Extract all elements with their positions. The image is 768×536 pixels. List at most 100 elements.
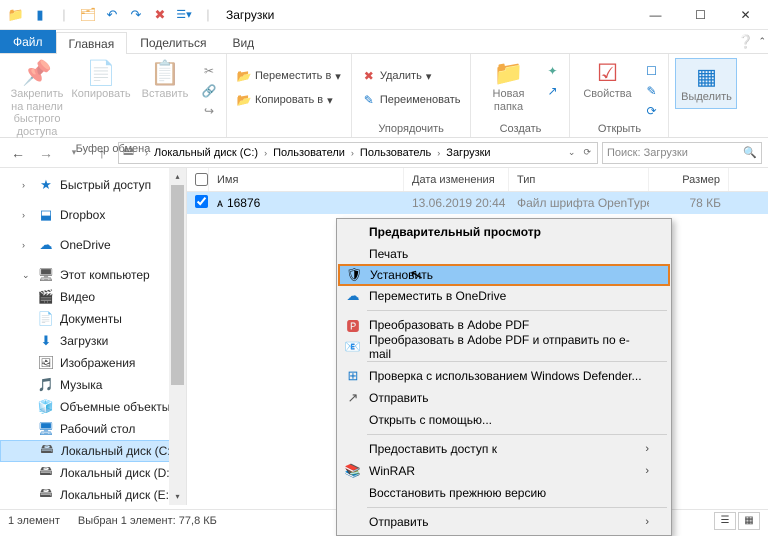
paste-button[interactable]: 📋 Вставить [134,58,196,103]
ctx-pdf-email[interactable]: 📧Преобразовать в Adobe PDF и отправить п… [339,336,669,358]
copy-icon: 📄 [86,60,116,88]
pc-icon: 🖥 [38,267,54,283]
chevron-right-icon[interactable]: › [347,148,358,158]
ctx-send[interactable]: ↗Отправить [339,387,669,409]
pasteshortcut-small-button[interactable]: ↪ [198,102,220,120]
maximize-button[interactable]: ☐ [678,0,723,30]
properties-icon[interactable]: ☰▾ [176,7,192,23]
table-row[interactable]: ᴀ16876 13.06.2019 20:44 Файл шрифта Open… [187,192,768,214]
redo-icon[interactable]: ↷ [128,7,144,23]
nav-back-button[interactable]: ← [6,141,30,165]
delete-button[interactable]: ✖Удалить ▾ [358,67,436,85]
nav-pictures[interactable]: 🖼Изображения [0,352,186,374]
nav-forward-button[interactable]: → [34,141,58,165]
music-icon: 🎵 [38,377,54,393]
ctx-install[interactable]: 🛡Установить [338,264,670,286]
copy-button[interactable]: 📄 Копировать [70,58,132,103]
ctx-winrar[interactable]: 📚WinRAR› [339,460,669,482]
col-check[interactable] [187,168,209,191]
title-bar: 📁 ▮ | 🗂 ↶ ↷ ✖ ☰▾ | Загрузки — ☐ ✕ [0,0,768,30]
nav-pane: ›★Быстрый доступ ›⬓Dropbox ›☁OneDrive ⌄🖥… [0,168,187,505]
rename-icon: ✎ [362,93,376,107]
folder-icon: 📁 [8,7,24,23]
properties-icon: ☑ [597,60,619,88]
nav-drive-d[interactable]: 🖴Локальный диск (D:) [0,462,186,484]
scroll-down-icon[interactable]: ▾ [169,488,186,505]
view-icons-button[interactable]: ▦ [738,512,760,530]
nav-downloads[interactable]: ⬇Загрузки [0,330,186,352]
explorer-icon[interactable]: 🗂 [80,7,96,23]
context-menu: Предварительный просмотр Печать 🛡Установ… [336,218,672,536]
nav-quick-access[interactable]: ›★Быстрый доступ [0,174,186,196]
nav-this-pc[interactable]: ⌄🖥Этот компьютер [0,264,186,286]
chevron-right-icon[interactable]: › [433,148,444,158]
ctx-onedrive[interactable]: ☁Переместить в OneDrive [339,285,669,307]
nav-videos[interactable]: 🎬Видео [0,286,186,308]
help-icon[interactable]: ❔ [738,34,754,50]
videos-icon: 🎬 [38,289,54,305]
history-button[interactable]: ⟳ [640,102,662,120]
col-type[interactable]: Тип [509,168,649,191]
ctx-open-with[interactable]: Открыть с помощью... [339,409,669,431]
scroll-thumb[interactable] [171,185,184,385]
edit-icon: ✎ [644,84,658,98]
open-button[interactable]: ☐ [640,62,662,80]
refresh-icon[interactable]: ⟳ [579,147,595,158]
new-folder-button[interactable]: 📁 Новая папка [477,58,539,115]
ctx-restore[interactable]: Восстановить прежнюю версию [339,482,669,504]
nav-desktop[interactable]: 🖥Рабочий стол [0,418,186,440]
nav-scrollbar[interactable]: ▴ ▾ [169,168,186,505]
edit-button[interactable]: ✎ [640,82,662,100]
rename-button[interactable]: ✎Переименовать [358,91,465,109]
ctx-print[interactable]: Печать [339,243,669,265]
tab-home[interactable]: Главная [56,32,128,54]
pin-icon: 📌 [22,60,52,88]
ctx-defender[interactable]: ⊞Проверка с использованием Windows Defen… [339,365,669,387]
nav-dropbox[interactable]: ›⬓Dropbox [0,204,186,226]
tab-share[interactable]: Поделиться [127,31,219,53]
nav-drive-c[interactable]: 🖴Локальный диск (C:) [0,440,186,462]
select-button[interactable]: ▦ Выделить [675,58,737,109]
nav-drive-e[interactable]: 🖴Локальный диск (E:) [0,484,186,505]
group-label: Открыть [598,123,641,135]
tab-file[interactable]: Файл [0,30,56,53]
ribbon-collapse-icon[interactable]: ⌃ [758,36,766,47]
chevron-right-icon[interactable]: › [260,148,271,158]
pin-quick-access-button[interactable]: 📌 Закрепить на панели быстрого доступа [6,58,68,141]
ctx-send-to[interactable]: Отправить› [339,511,669,533]
crumb-3[interactable]: Загрузки [444,147,492,159]
ctx-share-access[interactable]: Предоставить доступ к› [339,438,669,460]
copy-to-button[interactable]: 📂Копировать в ▾ [233,91,337,109]
nav-music[interactable]: 🎵Музыка [0,374,186,396]
search-input[interactable]: Поиск: Загрузки 🔍 [602,142,762,164]
crumb-2[interactable]: Пользователь [358,147,433,159]
close-button[interactable]: ✕ [723,0,768,30]
row-checkbox[interactable] [195,195,208,208]
breadcrumb[interactable]: 🖴 › Локальный диск (C:) › Пользователи ›… [118,142,598,164]
crumb-0[interactable]: Локальный диск (C:) [152,147,260,159]
col-date[interactable]: Дата изменения [404,168,509,191]
cut-small-button[interactable]: ✂ [198,62,220,80]
move-to-button[interactable]: 📂Переместить в ▾ [233,67,345,85]
select-all-checkbox[interactable] [195,173,208,186]
col-size[interactable]: Размер [649,168,729,191]
new-item-button[interactable]: ✦ [541,62,563,80]
nav-documents[interactable]: 📄Документы [0,308,186,330]
ctx-preview[interactable]: Предварительный просмотр [339,221,669,243]
minimize-button[interactable]: — [633,0,678,30]
undo-icon[interactable]: ↶ [104,7,120,23]
copypath-small-button[interactable]: 🔗 [198,82,220,100]
col-name[interactable]: Имя [209,168,404,191]
addr-dropdown-icon[interactable]: ⌄ [564,147,580,158]
nav-3d[interactable]: 🧊Объемные объекты [0,396,186,418]
scroll-up-icon[interactable]: ▴ [169,168,186,185]
crumb-1[interactable]: Пользователи [271,147,347,159]
view-details-button[interactable]: ☰ [714,512,736,530]
pin-icon[interactable]: ▮ [32,7,48,23]
tab-view[interactable]: Вид [219,31,267,53]
delete-icon[interactable]: ✖ [152,7,168,23]
easy-access-button[interactable]: ↗ [541,82,563,100]
properties-button[interactable]: ☑ Свойства [576,58,638,103]
group-select: ▦ Выделить . [669,54,743,137]
nav-onedrive[interactable]: ›☁OneDrive [0,234,186,256]
